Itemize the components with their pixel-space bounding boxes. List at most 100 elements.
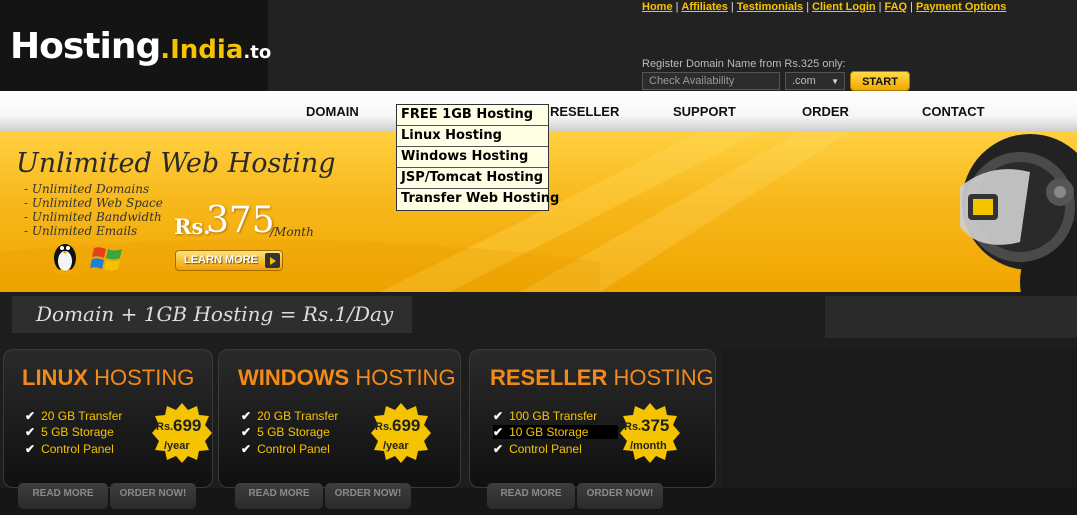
read-more-button[interactable]: READ MORE	[487, 483, 575, 509]
check-icon: ✔	[241, 409, 252, 423]
site-logo[interactable]: Hosting.India.to	[10, 26, 271, 67]
nav-domain[interactable]: DOMAIN	[306, 104, 359, 119]
domain-register-label: Register Domain Name from Rs.325 only:	[642, 58, 846, 70]
linux-tux-icon	[53, 244, 77, 274]
plan-feature: ✔ Control Panel	[241, 442, 330, 456]
menu-item-transfer-web-hosting[interactable]: Transfer Web Hosting	[397, 189, 559, 210]
price-badge-period: /year	[383, 440, 409, 452]
plan-feature-text: 5 GB Storage	[41, 425, 114, 439]
menu-item-windows-hosting[interactable]: Windows Hosting	[397, 147, 548, 168]
order-now-button[interactable]: ORDER NOW!	[577, 483, 663, 509]
plan-feature-text: Control Panel	[509, 442, 582, 456]
banner-bullet: - Unlimited Web Space	[24, 196, 163, 210]
read-more-button[interactable]: READ MORE	[18, 483, 108, 509]
empty-area	[722, 349, 1077, 488]
check-icon: ✔	[493, 442, 504, 456]
price-badge-period: /month	[630, 440, 667, 452]
plan-feature: ✔ 20 GB Transfer	[241, 409, 338, 423]
plan-feature-text: Control Panel	[257, 442, 330, 456]
order-now-button[interactable]: ORDER NOW!	[110, 483, 196, 509]
banner-bullet: - Unlimited Bandwidth	[24, 210, 162, 224]
start-button[interactable]: START	[850, 71, 910, 91]
link-home[interactable]: Home	[642, 1, 673, 13]
plan-title-linux: LINUX HOSTING	[22, 365, 194, 391]
price-badge-period: /year	[164, 440, 190, 452]
separator: |	[806, 1, 810, 13]
link-faq[interactable]: FAQ	[884, 1, 907, 13]
order-now-button[interactable]: ORDER NOW!	[325, 483, 411, 509]
banner-bullet: - Unlimited Emails	[24, 224, 138, 238]
price-badge-currency: Rs.	[375, 421, 393, 433]
plan-feature: ✔ 10 GB Storage	[493, 425, 619, 439]
banner-bullets: - Unlimited Domains - Unlimited Web Spac…	[24, 182, 163, 238]
check-icon: ✔	[493, 425, 504, 439]
check-icon: ✔	[25, 442, 36, 456]
menu-item-jsp-tomcat-hosting[interactable]: JSP/Tomcat Hosting	[397, 168, 548, 189]
chevron-down-icon: ▼	[831, 77, 839, 86]
tld-select[interactable]: .com ▼	[785, 72, 845, 90]
plan-feature-text: 20 GB Transfer	[41, 409, 123, 423]
promo-strip-text: Domain + 1GB Hosting = Rs.1/Day	[36, 302, 394, 326]
plan-title-reseller: RESELLER HOSTING	[490, 365, 714, 391]
nav-reseller[interactable]: RESELLER	[550, 104, 619, 119]
play-arrow-icon	[265, 253, 280, 268]
price-badge-currency: Rs.	[156, 421, 174, 433]
domain-dropdown-menu: FREE 1GB Hosting Linux Hosting Windows H…	[396, 104, 559, 211]
plan-title-main: RESELLER	[490, 365, 608, 390]
learn-more-button[interactable]: LEARN MORE	[175, 250, 283, 271]
price-badge-currency: Rs.	[624, 421, 642, 433]
separator: |	[910, 1, 913, 13]
plan-feature: ✔ 100 GB Transfer	[493, 409, 597, 423]
banner-price-period: /Month	[270, 225, 314, 239]
plan-feature-text: 5 GB Storage	[257, 425, 330, 439]
check-icon: ✔	[493, 409, 504, 423]
plan-feature-text: 100 GB Transfer	[509, 409, 598, 423]
link-payment-options[interactable]: Payment Options	[916, 1, 1006, 13]
link-testimonials[interactable]: Testimonials	[737, 1, 803, 13]
plan-title-sub: HOSTING	[94, 365, 195, 390]
separator: |	[675, 1, 679, 13]
plan-feature: ✔ 5 GB Storage	[241, 425, 330, 439]
check-icon: ✔	[25, 425, 36, 439]
separator: |	[730, 1, 734, 13]
price-badge-amount: 699	[392, 416, 421, 435]
learn-more-label: LEARN MORE	[184, 254, 258, 266]
banner-price: 375	[206, 200, 275, 241]
plan-title-main: LINUX	[22, 365, 88, 390]
top-links: Home | Affiliates | Testimonials | Client Logi…	[642, 1, 1006, 13]
menu-item-linux-hosting[interactable]: Linux Hosting	[397, 126, 548, 147]
speakers-image	[960, 134, 1077, 317]
logo-part-to: .to	[243, 42, 272, 63]
nav-order[interactable]: ORDER	[802, 104, 849, 119]
banner-title: Unlimited Web Hosting	[16, 148, 336, 179]
plan-feature: ✔ 20 GB Transfer	[25, 409, 122, 423]
tld-selected-value: .com	[792, 75, 816, 87]
plan-title-sub: HOSTING	[613, 365, 714, 390]
decor-panel	[825, 296, 1077, 338]
plan-feature-text: Control Panel	[41, 442, 114, 456]
plan-title-main: WINDOWS	[238, 365, 350, 390]
plan-feature: ✔ Control Panel	[493, 442, 582, 456]
plan-title-sub: HOSTING	[355, 365, 456, 390]
logo-part-india: .India	[160, 35, 244, 65]
domain-search-placeholder: Check Availability	[649, 75, 735, 87]
plan-title-windows: WINDOWS HOSTING	[238, 365, 456, 391]
link-client-login[interactable]: Client Login	[812, 1, 876, 13]
read-more-button[interactable]: READ MORE	[235, 483, 323, 509]
banner-bullet: - Unlimited Domains	[24, 182, 150, 196]
nav-support[interactable]: SUPPORT	[673, 104, 736, 119]
domain-search-input[interactable]: Check Availability	[642, 72, 780, 90]
price-badge-amount: 699	[173, 416, 202, 435]
plan-feature: ✔ 5 GB Storage	[25, 425, 114, 439]
separator: |	[878, 1, 882, 13]
plan-feature-text: 20 GB Transfer	[257, 409, 339, 423]
link-affiliates[interactable]: Affiliates	[681, 1, 727, 13]
menu-item-free-1gb-hosting[interactable]: FREE 1GB Hosting	[397, 105, 548, 126]
nav-contact[interactable]: CONTACT	[922, 104, 985, 119]
plan-feature-text: 10 GB Storage	[509, 425, 589, 439]
check-icon: ✔	[25, 409, 36, 423]
plan-feature: ✔ Control Panel	[25, 442, 114, 456]
check-icon: ✔	[241, 425, 252, 439]
windows-logo-icon	[90, 247, 122, 271]
logo-part-hosting: Hosting	[10, 26, 161, 67]
